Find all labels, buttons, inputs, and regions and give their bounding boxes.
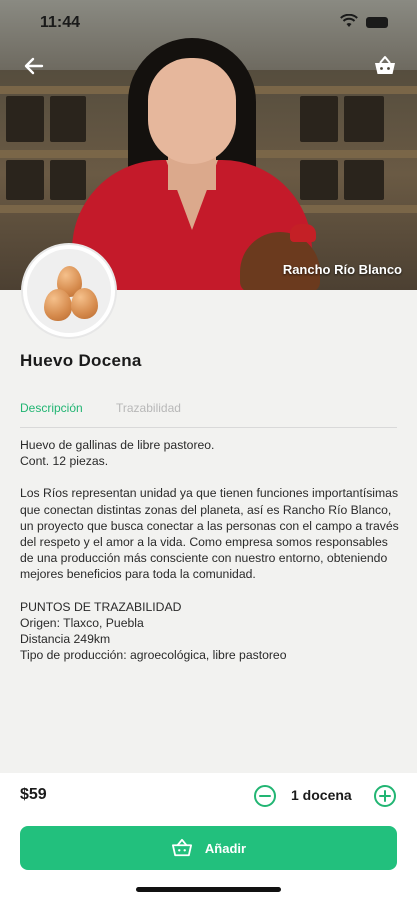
increase-quantity-button[interactable] [374,785,396,807]
producer-name: Rancho Río Blanco [282,262,402,277]
traceability-origin: Origen: Tlaxco, Puebla [20,615,144,630]
battery-icon [366,17,388,28]
basket-icon [375,56,395,74]
back-arrow-icon [24,57,44,75]
traceability-production-type: Tipo de producción: agroecológica, libre… [20,648,287,663]
description-intro-line2: Cont. 12 piezas. [20,454,109,469]
add-button-label: Añadir [204,840,247,856]
wifi-icon [340,13,358,31]
decrease-quantity-button[interactable] [254,785,276,807]
eggs-icon [27,249,111,333]
add-to-cart-button[interactable]: Añadir [20,826,397,870]
purchase-footer: $59 1 docena Añadir [0,773,417,900]
product-description: Huevo de gallinas de libre pastoreo. Con… [20,437,400,663]
status-time: 11:44 [40,14,81,31]
basket-icon [171,838,192,857]
traceability-points-title: PUNTOS DE TRAZABILIDAD [20,599,182,614]
product-image [21,243,117,339]
quantity-value: 1 docena [291,787,352,803]
cart-button[interactable] [371,52,399,80]
status-bar: 11:44 [0,0,417,44]
product-price: $59 [20,786,47,803]
plus-circle-icon [379,790,391,802]
tab-bar: Descripción Trazabilidad [20,398,397,428]
minus-circle-icon [259,795,271,797]
tab-trazabilidad[interactable]: Trazabilidad [116,401,181,415]
traceability-distance: Distancia 249km [20,632,111,647]
description-body: Los Ríos representan unidad ya que tiene… [20,486,399,582]
tab-descripcion[interactable]: Descripción [20,401,83,415]
back-button[interactable] [20,52,48,80]
product-title: Huevo Docena [20,351,142,370]
home-indicator [136,887,281,892]
description-intro-line1: Huevo de gallinas de libre pastoreo. [20,438,215,452]
